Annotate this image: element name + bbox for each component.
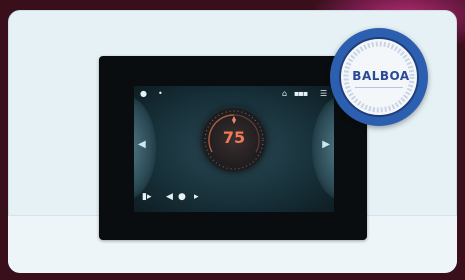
product-photo: ◀ ▶ ● • ⌂ ▪▪▪ ☰ 75 ▮▸ ◀ ● ▸ BALBOA — [0, 0, 465, 280]
brand-seal: BALBOA — [330, 28, 428, 126]
settings-icon: • — [158, 89, 163, 98]
light-icon: ▮▸ — [142, 192, 152, 202]
wifi-icon: ⌂ — [282, 89, 288, 98]
chevron-left-icon: ◀ — [138, 139, 146, 150]
status-bar: ● • ⌂ ▪▪▪ ☰ — [134, 86, 334, 102]
spa-icon: ● — [140, 89, 147, 98]
chevron-right-icon: ▶ — [322, 139, 330, 150]
touchscreen-display: ◀ ▶ ● • ⌂ ▪▪▪ ☰ 75 ▮▸ ◀ ● ▸ — [134, 86, 334, 212]
seal-underline — [355, 87, 403, 92]
pump-icon: ◀ — [166, 192, 173, 202]
brand-logo-text: BALBOA — [352, 69, 410, 83]
temperature-dial: 75 — [202, 108, 266, 172]
flame-icon — [232, 116, 236, 124]
temperature-readout: 75 — [222, 128, 246, 147]
menu-icon: ☰ — [320, 89, 328, 98]
control-panel-device: ◀ ▶ ● • ⌂ ▪▪▪ ☰ 75 ▮▸ ◀ ● ▸ — [99, 56, 367, 240]
signal-icon: ▪▪▪ — [294, 89, 308, 98]
seal-inner: BALBOA — [339, 37, 419, 117]
chevron-right-icon: ▸ — [194, 192, 199, 202]
jets-icon: ● — [178, 192, 186, 202]
